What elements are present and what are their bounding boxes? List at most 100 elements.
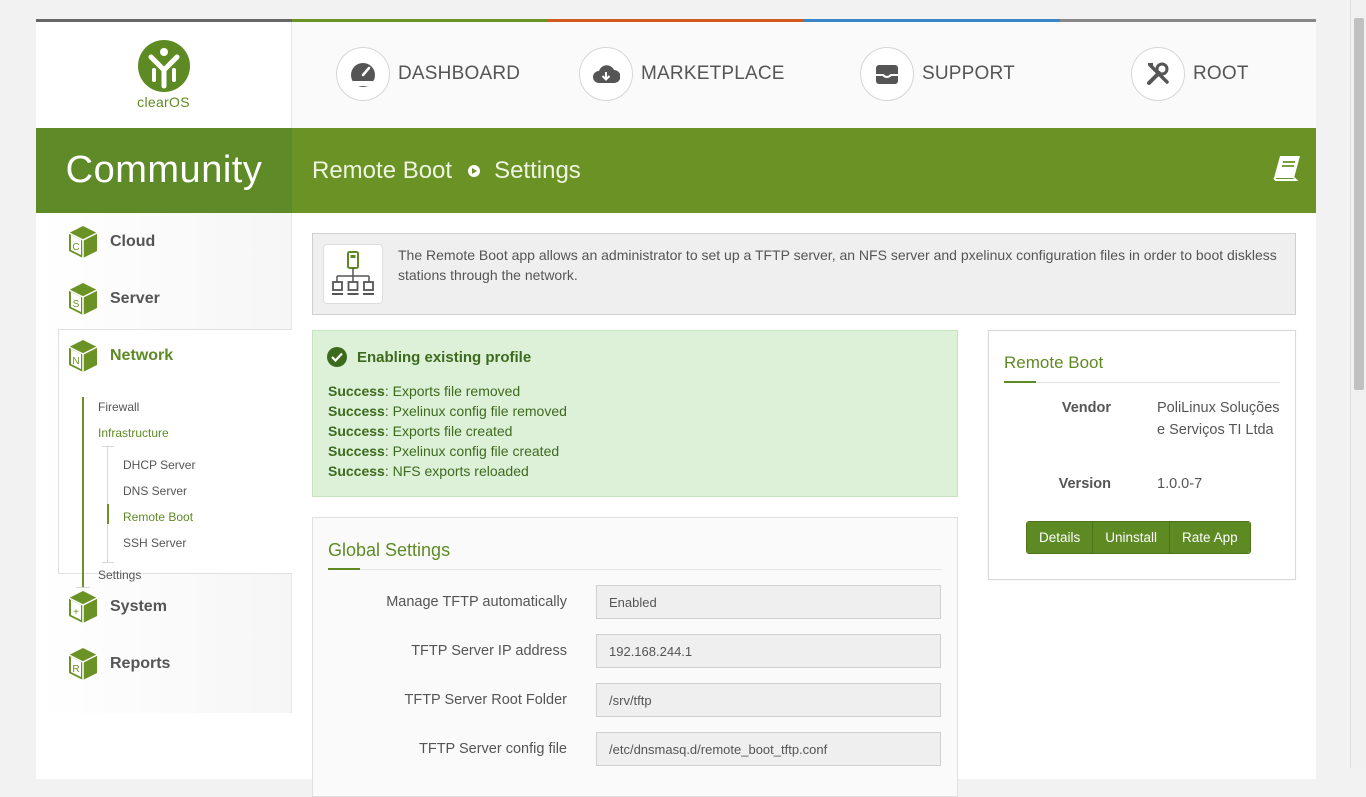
settings-divider-accent [328,568,360,570]
svg-text:N: N [72,356,79,367]
cube-icon: S [68,283,98,315]
check-circle-icon [327,347,347,367]
alert-line-text: : Exports file created [384,423,513,439]
cube-icon: R [68,648,98,680]
uninstall-button[interactable]: Uninstall [1093,522,1171,553]
svg-text:C: C [72,242,79,253]
sidebar-category-network[interactable]: N Network [68,339,173,373]
rate-app-button[interactable]: Rate App [1170,522,1250,553]
app-frame: clearOS DASHBOARD MARKETPLACE SUPPORT RO… [36,19,1316,797]
version-label: Version [1058,476,1111,492]
vendor-label: Vendor [1061,400,1111,416]
alert-line-prefix: Success [328,403,385,419]
tftp-root-label: TFTP Server Root Folder [404,692,567,708]
sidebar-item-infrastructure[interactable]: Infrastructure [98,426,169,440]
tftp-ip-field[interactable] [596,634,941,668]
logo[interactable]: clearOS [36,22,292,128]
nav-dashboard-label: DASHBOARD [398,63,521,84]
tree-tick [102,446,114,447]
alert-messages: Success: Exports file removed Success: P… [328,381,567,481]
nav-marketplace-label: MARKETPLACE [641,63,785,84]
tree-tick [102,562,114,563]
alert-line-text: : Pxelinux config file removed [384,403,567,419]
sidebar-category-label: Cloud [110,233,156,250]
app-description-box: The Remote Boot app allows an administra… [312,233,1296,315]
alert-line: Success: NFS exports reloaded [328,461,567,481]
alert-title-text: Enabling existing profile [357,348,532,366]
global-settings-panel: Global Settings Manage TFTP automaticall… [312,517,958,797]
inbox-icon [860,47,914,101]
tree-line [82,397,84,587]
alert-line-prefix: Success [328,383,385,399]
app-description-text: The Remote Boot app allows an administra… [398,247,1277,283]
settings-title: Global Settings [328,540,451,560]
alert-line: Success: Exports file removed [328,381,567,401]
sidebar-category-cloud[interactable]: C Cloud [68,225,155,259]
alert-line-prefix: Success [328,443,385,459]
top-navigation: DASHBOARD MARKETPLACE SUPPORT ROOT [292,22,1316,128]
sidebar-item-settings[interactable]: Settings [98,568,141,582]
details-button[interactable]: Details [1027,522,1094,553]
app-info-title: Remote Boot [1004,353,1104,372]
app-action-buttons: Details Uninstall Rate App [1026,521,1251,554]
sidebar-category-label: Network [110,347,174,364]
chevron-right-circle-icon [468,164,481,177]
tftp-root-field[interactable] [596,683,941,717]
cube-icon: N [68,340,98,372]
edition-label: Community [65,149,263,191]
app-info-divider [1004,382,1280,383]
version-value: 1.0.0-7 [1157,476,1203,492]
sidebar-category-system[interactable]: + System [68,590,167,624]
sidebar-category-label: System [110,598,167,615]
vendor-value: PoliLinux Soluções e Serviços TI Ltda [1157,400,1280,438]
breadcrumb-page: Settings [494,156,581,184]
sidebar-item-remote-boot[interactable]: Remote Boot [123,510,193,524]
edition-banner: Community [36,128,292,213]
sidebar-item-ssh-server[interactable]: SSH Server [123,536,186,550]
clearos-logo-icon [137,40,190,92]
nav-root-label: ROOT [1193,63,1249,84]
alert-line: Success: Exports file created [328,421,567,441]
scrollbar-thumb[interactable] [1354,18,1364,390]
breadcrumb: Remote Boot Settings [292,128,1316,213]
sidebar-item-dhcp-server[interactable]: DHCP Server [123,458,195,472]
alert-line-prefix: Success [328,423,385,439]
page-scrollbar[interactable] [1350,0,1366,768]
nav-root[interactable]: ROOT [1131,47,1249,101]
sidebar-category-label: Reports [110,655,171,672]
alert-line-text: : Pxelinux config file created [384,443,560,459]
alert-line: Success: Pxelinux config file created [328,441,567,461]
svg-text:R: R [72,664,79,675]
logo-text: clearOS [137,94,190,110]
nav-dashboard[interactable]: DASHBOARD [336,47,520,101]
success-alert: Enabling existing profile Success: Expor… [312,330,958,497]
sidebar-category-reports[interactable]: R Reports [68,647,170,681]
tree-active-marker [107,504,109,524]
sidebar-item-firewall[interactable]: Firewall [98,400,139,414]
network-tree-icon [323,244,383,304]
svg-text:+: + [73,607,79,618]
sidebar-category-label: Server [110,290,160,307]
svg-text:S: S [73,299,80,310]
tftp-config-label: TFTP Server config file [418,741,567,757]
settings-divider [328,569,942,570]
book-icon[interactable] [1272,154,1302,189]
nav-support[interactable]: SUPPORT [860,47,1015,101]
cube-icon: C [68,226,98,258]
alert-title: Enabling existing profile [327,347,531,367]
app-info-panel: Remote Boot Vendor PoliLinux Soluções e … [988,330,1296,580]
alert-line-text: : Exports file removed [384,383,521,399]
breadcrumb-app[interactable]: Remote Boot [312,157,452,185]
sidebar: C Cloud S Server N Network Firewall Infr… [36,213,292,713]
tools-icon [1131,47,1185,101]
tree-tick [76,587,90,588]
nav-support-label: SUPPORT [922,63,1015,84]
sidebar-category-server[interactable]: S Server [68,282,160,316]
manage-tftp-field[interactable] [596,585,941,619]
nav-marketplace[interactable]: MARKETPLACE [579,47,785,101]
gauge-icon [336,47,390,101]
sidebar-item-dns-server[interactable]: DNS Server [123,484,187,498]
cube-icon: + [68,591,98,623]
tftp-config-field[interactable] [596,732,941,766]
alert-line-prefix: Success [328,463,385,479]
